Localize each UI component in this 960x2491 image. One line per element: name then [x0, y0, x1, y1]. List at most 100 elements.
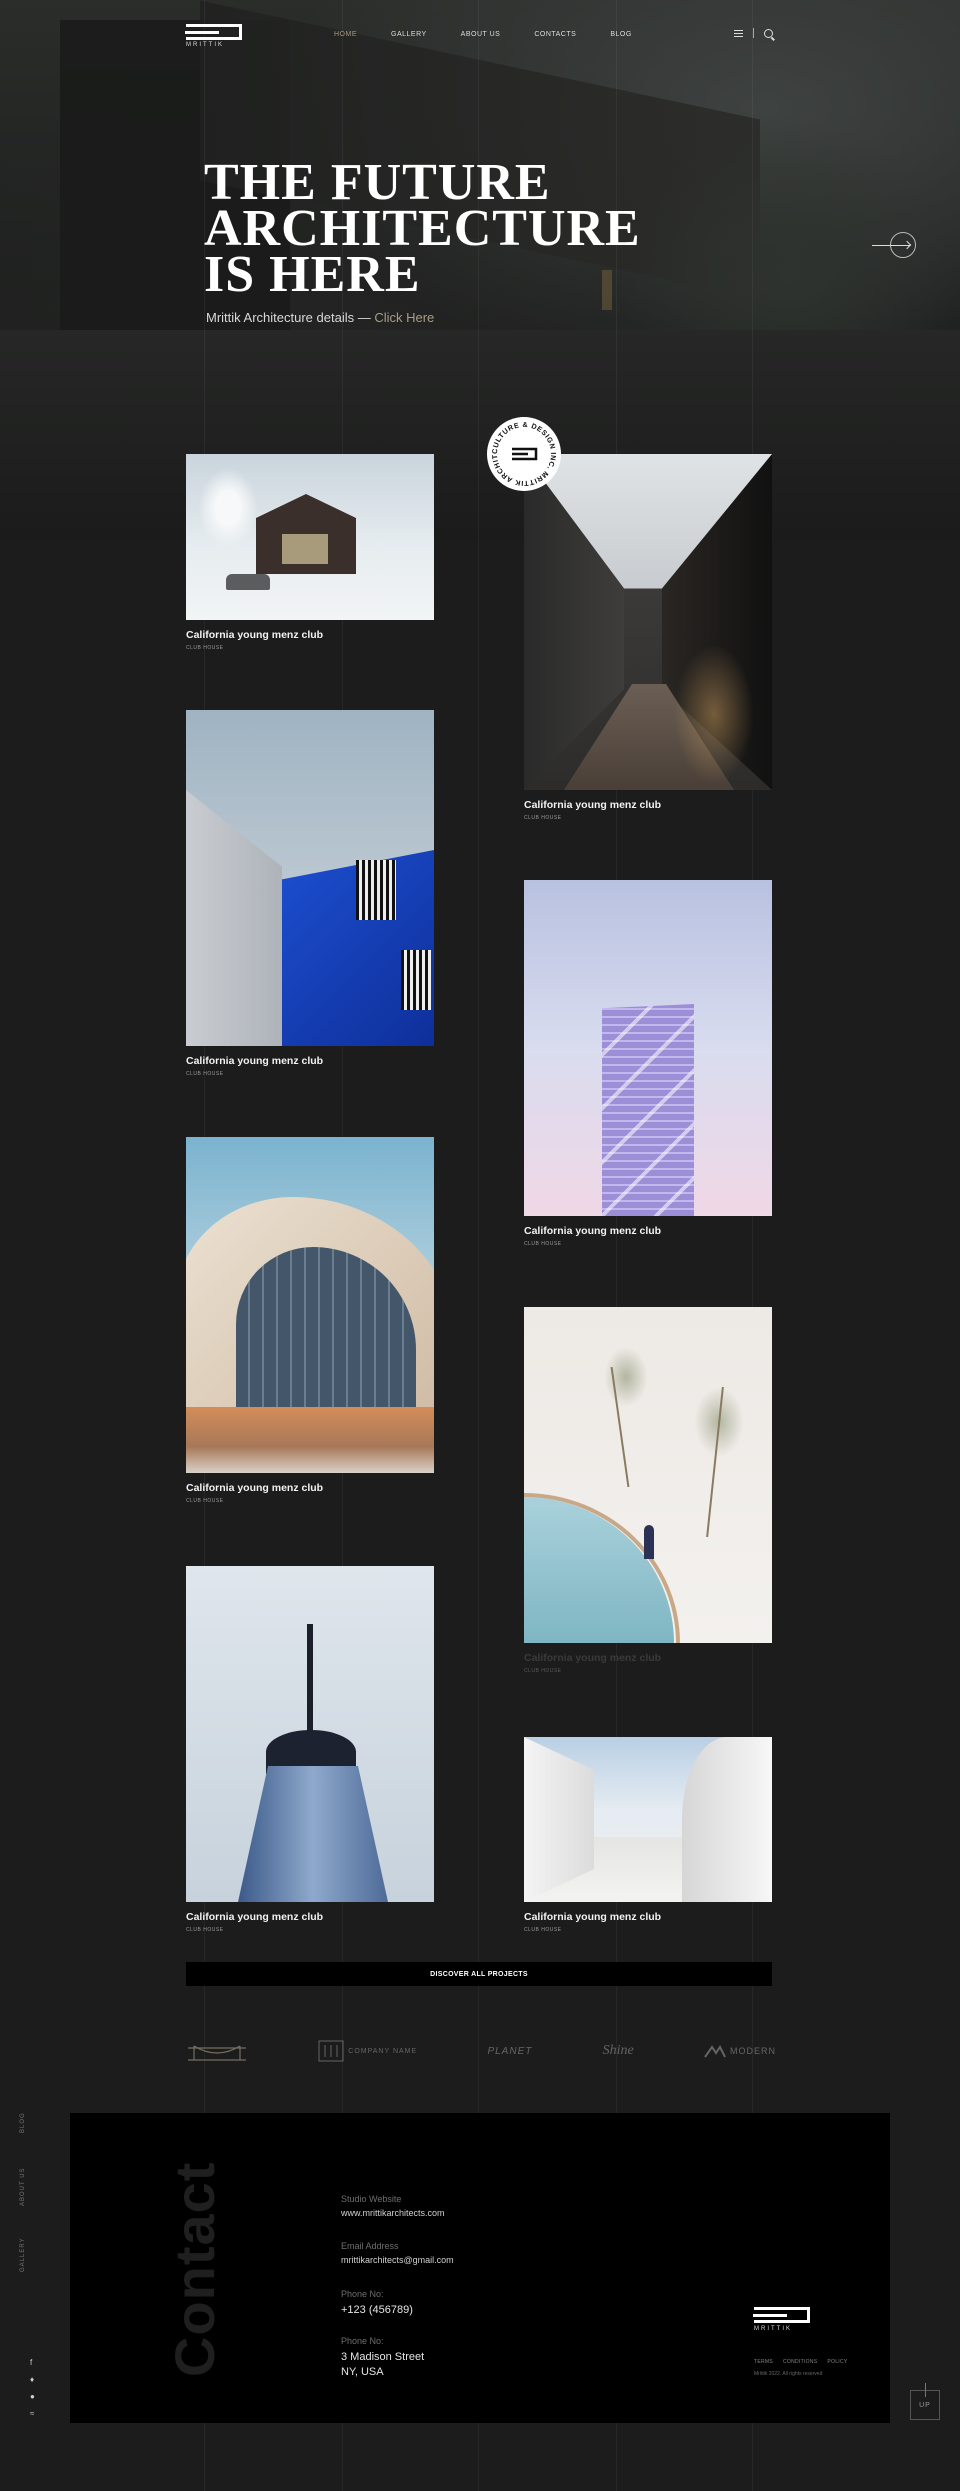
project-card[interactable]: California young menz club CLUB HOUSE [524, 454, 772, 821]
address-block: Phone No: 3 Madison Street NY, USA [341, 2336, 424, 2380]
project-image[interactable] [186, 1566, 434, 1902]
footer-link-terms[interactable]: TERMS [754, 2359, 773, 2365]
project-title[interactable]: California young menz club [524, 1911, 772, 1923]
image-spire [307, 1624, 313, 1744]
project-image[interactable] [524, 880, 772, 1216]
project-card[interactable]: California young menz club CLUB HOUSE [524, 880, 772, 1247]
project-image[interactable] [524, 1307, 772, 1643]
project-title[interactable]: California young menz club [524, 799, 772, 811]
email-block: Email Address mrittikarchitects@gmail.co… [341, 2241, 454, 2265]
project-image[interactable] [186, 710, 434, 1046]
pinterest-icon[interactable]: ● [30, 2392, 35, 2401]
footer-link-conditions[interactable]: CONDITIONS [783, 2359, 817, 2365]
image-window [282, 534, 328, 564]
twitter-icon[interactable]: ♦ [30, 2375, 35, 2384]
project-category: CLUB HOUSE [524, 1927, 562, 1933]
partner-label: PLANET [487, 2045, 533, 2057]
side-nav-blog[interactable]: BLOG [20, 2112, 26, 2133]
project-category: CLUB HOUSE [186, 1927, 224, 1933]
partner-shine: Shine [603, 2043, 634, 2059]
project-category: CLUB HOUSE [524, 1668, 562, 1674]
nav-link-contacts[interactable]: CONTACTS [534, 31, 576, 38]
image-stripes [401, 950, 431, 1010]
search-icon[interactable] [764, 28, 773, 38]
project-image[interactable] [186, 454, 434, 620]
top-navigation: MRITTIK HOME GALLERY ABOUT US CONTACTS B… [0, 0, 960, 70]
nav-link-gallery[interactable]: GALLERY [391, 31, 427, 38]
hero-click-here-link[interactable]: Click Here [374, 310, 434, 325]
hero-subtitle: Mrittik Architecture details — Click Her… [206, 310, 434, 325]
project-card[interactable]: California young menz club CLUB HOUSE [524, 1307, 772, 1674]
side-nav-gallery[interactable]: GALLERY [20, 2237, 26, 2272]
divider [753, 28, 754, 38]
project-title[interactable]: California young menz club [186, 1055, 434, 1067]
studio-website-block: Studio Website www.mrittikarchitects.com [341, 2194, 445, 2218]
image-wall [682, 1737, 772, 1902]
email-link[interactable]: mrittikarchitects@gmail.com [341, 2255, 454, 2265]
project-card[interactable]: California young menz club CLUB HOUSE [186, 1137, 434, 1504]
image-tower-body [238, 1766, 388, 1902]
logo-mark [185, 24, 242, 40]
project-category: CLUB HOUSE [524, 815, 562, 821]
scroll-up-button[interactable]: UP [910, 2383, 940, 2420]
logo-text: MRITTIK [186, 42, 224, 48]
website-label: Studio Website [341, 2194, 402, 2204]
contact-section: Contact Studio Website www.mrittikarchit… [70, 2113, 890, 2423]
discover-all-projects-button[interactable]: DISCOVER ALL PROJECTS [186, 1962, 772, 1986]
image-facade [186, 790, 282, 1046]
logo-mark [753, 2307, 810, 2323]
phone-number[interactable]: +123 (456789) [341, 2303, 413, 2318]
footer-links: TERMS CONDITIONS POLICY [754, 2359, 848, 2365]
project-card[interactable]: California young menz club CLUB HOUSE [186, 710, 434, 1077]
project-card[interactable]: California young menz club CLUB HOUSE [186, 1566, 434, 1933]
project-card[interactable]: California young menz club CLUB HOUSE [186, 454, 434, 651]
side-nav-about-us[interactable]: ABOUT US [20, 2167, 26, 2206]
brand-logo[interactable]: MRITTIK [185, 24, 246, 50]
image-base [186, 1407, 434, 1473]
hamburger-icon[interactable] [734, 29, 743, 37]
hero-title-line: IS HERE [204, 246, 421, 303]
copyright: Mrittik 2022. All rights reserved [754, 2371, 823, 2377]
partner-label: MODERN [730, 2046, 776, 2056]
partner-planet: PLANET [487, 2046, 532, 2057]
image-car [226, 574, 270, 590]
main-nav: HOME GALLERY ABOUT US CONTACTS BLOG [334, 31, 632, 38]
image-tower [602, 1004, 694, 1216]
project-title[interactable]: California young menz club [186, 1911, 434, 1923]
footer-logo[interactable]: MRITTIK [753, 2307, 814, 2337]
nav-link-home[interactable]: HOME [334, 31, 357, 38]
address-line: 3 Madison Street [341, 2351, 425, 2363]
image-stripes [356, 860, 396, 920]
project-title[interactable]: California young menz club [524, 1652, 772, 1664]
project-card[interactable]: California young menz club CLUB HOUSE [524, 1737, 772, 1933]
footer-link-policy[interactable]: POLICY [827, 2359, 847, 2365]
hero-ground [0, 330, 960, 540]
logo-text: MRITTIK [754, 2326, 792, 2332]
image-glow [674, 644, 754, 784]
image-pool-rim [524, 1493, 680, 1643]
facebook-icon[interactable]: f [30, 2358, 35, 2367]
nav-link-about-us[interactable]: ABOUT US [461, 31, 501, 38]
hero-title: THE FUTURE ARCHITECTURE IS HERE [204, 157, 664, 303]
partner-modern: MODERN [704, 2044, 776, 2058]
website-link[interactable]: www.mrittikarchitects.com [341, 2208, 445, 2218]
bridge-logo-icon [186, 2038, 248, 2064]
project-title[interactable]: California young menz club [524, 1225, 772, 1237]
phone-label: Phone No: [341, 2289, 384, 2299]
project-title[interactable]: California young menz club [186, 629, 434, 641]
project-image[interactable] [524, 1737, 772, 1902]
project-image[interactable] [524, 454, 772, 790]
project-image[interactable] [186, 1137, 434, 1473]
project-category: CLUB HOUSE [186, 1498, 224, 1504]
arrow-right-icon[interactable] [872, 230, 920, 262]
address-label: Phone No: [341, 2336, 384, 2346]
project-title[interactable]: California young menz club [186, 1482, 434, 1494]
rss-icon[interactable]: ≈ [30, 2409, 35, 2418]
address-line: NY, USA [341, 2366, 384, 2378]
partner-label: Shine [602, 2043, 634, 2058]
image-tree [198, 468, 258, 548]
nav-link-blog[interactable]: BLOG [610, 31, 631, 38]
culture-design-badge: CULTURE & DESIGN INC. MRITTIK ARCHITECTU… [483, 409, 562, 492]
email-label: Email Address [341, 2241, 399, 2251]
nav-icons [734, 28, 773, 38]
